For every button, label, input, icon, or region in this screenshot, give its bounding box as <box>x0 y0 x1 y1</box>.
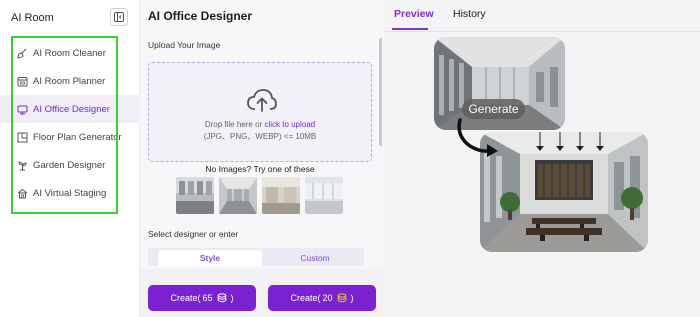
sample-image[interactable] <box>176 177 214 214</box>
after-image <box>480 132 648 252</box>
generate-label: Generate <box>462 99 525 119</box>
arrow-icon <box>457 118 498 157</box>
click-to-upload-link[interactable]: click to upload <box>264 120 315 129</box>
upload-label: Upload Your Image <box>148 40 221 50</box>
sample-image[interactable] <box>305 177 343 214</box>
scrollbar[interactable] <box>379 38 382 146</box>
create-button-20[interactable]: Create( 20 ) <box>268 285 376 311</box>
preview-area: Preview History Generate <box>384 0 700 317</box>
active-tab-indicator <box>392 28 428 30</box>
tab-preview[interactable]: Preview <box>394 8 434 20</box>
drop-formats: (JPG、PNG、WEBP) <= 10MB <box>203 132 317 141</box>
tab-style[interactable]: Style <box>158 250 262 266</box>
nav-highlight-box <box>11 36 118 214</box>
sidebar-toggle-icon <box>114 12 124 22</box>
designer-label: Select designer or enter <box>148 229 239 239</box>
create-button-65[interactable]: Create( 65 ) <box>148 285 256 311</box>
tab-custom[interactable]: Custom <box>263 250 367 266</box>
create-suffix: ) <box>350 293 354 303</box>
create-label: Create( <box>170 293 201 303</box>
page-title: AI Office Designer <box>148 9 253 23</box>
designer-tabs: Style Custom <box>148 248 364 266</box>
sample-image[interactable] <box>262 177 300 214</box>
tab-history[interactable]: History <box>453 8 486 20</box>
create-label: Create( <box>290 293 321 303</box>
tab-divider <box>384 31 700 32</box>
cloud-upload-icon <box>247 89 277 112</box>
collapse-sidebar-button[interactable] <box>110 8 128 26</box>
designer-panel: AI Office Designer Upload Your Image Dro… <box>140 0 384 317</box>
coins-icon <box>337 293 347 303</box>
coins-icon <box>217 293 227 303</box>
drop-text: Drop file here or <box>204 120 265 129</box>
app-title: AI Room <box>11 12 54 24</box>
samples-label: No Images? Try one of these <box>205 164 315 174</box>
sidebar: AI Room AI Room Cleaner AI Room Planner … <box>0 0 140 317</box>
sample-image[interactable] <box>219 177 257 214</box>
drop-instructions: Drop file here or click to upload <box>149 120 371 129</box>
create-suffix: ) <box>230 293 234 303</box>
upload-dropzone[interactable]: Drop file here or click to upload (JPG、P… <box>148 62 372 162</box>
credit-cost: 65 <box>202 293 213 303</box>
credit-cost: 20 <box>322 293 333 303</box>
